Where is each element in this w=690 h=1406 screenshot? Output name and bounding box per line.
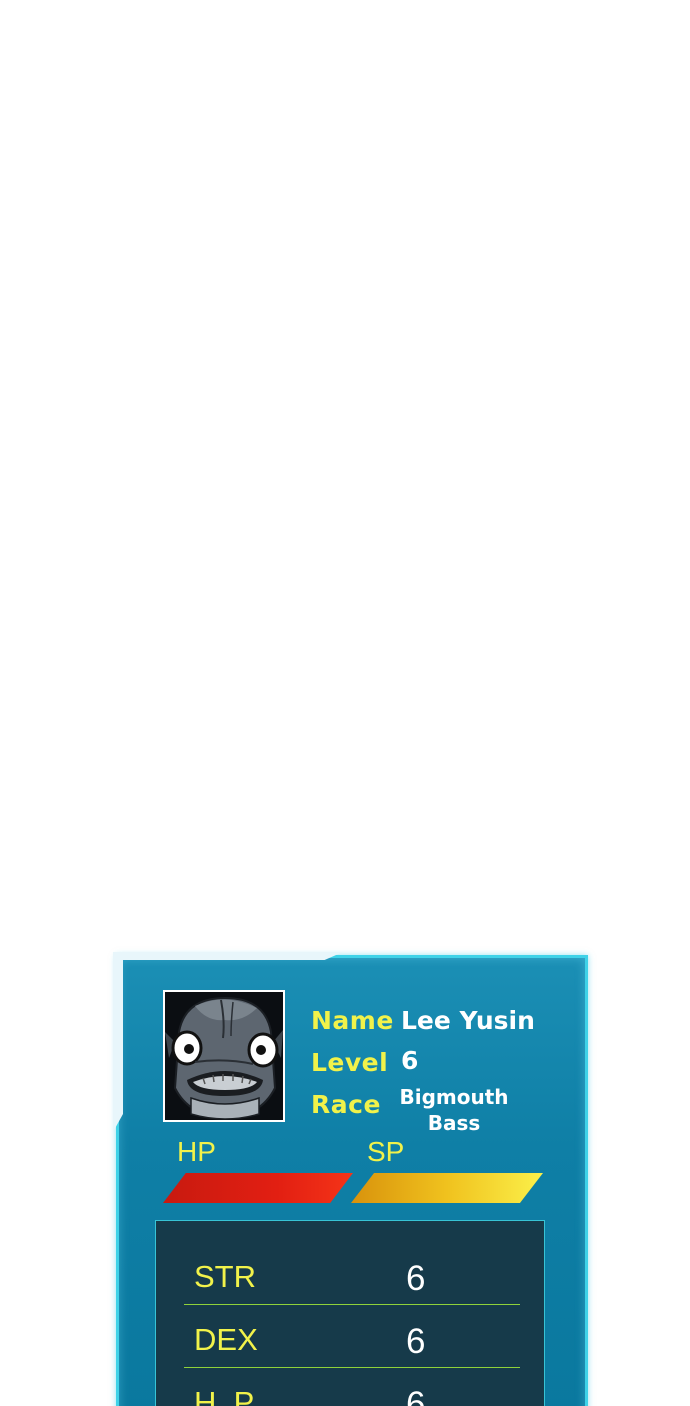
sp-bar: [351, 1173, 543, 1203]
stat-value: 6: [406, 1322, 426, 1361]
stat-value: 6: [406, 1385, 426, 1406]
stat-row-dex: DEX 6: [184, 1306, 520, 1368]
stat-name: H_P: [194, 1385, 255, 1406]
stat-divider: [184, 1367, 520, 1368]
status-window-corner-accent: [113, 952, 343, 960]
hp-bar: [163, 1173, 353, 1203]
stat-divider: [184, 1304, 520, 1305]
race-value-line1: Bigmouth: [399, 1085, 509, 1109]
stat-name: DEX: [194, 1322, 258, 1357]
stat-name: STR: [194, 1259, 256, 1294]
stat-row-str: STR 6: [184, 1243, 520, 1305]
stat-row-hp: H_P 6: [184, 1369, 520, 1406]
name-label: Name: [311, 1006, 394, 1035]
status-window-edge-accent: [113, 952, 123, 1132]
race-value-line2: Bass: [427, 1111, 481, 1135]
name-value: Lee Yusin: [401, 1006, 535, 1035]
level-value: 6: [401, 1046, 419, 1075]
bigmouth-bass-icon: [165, 992, 283, 1120]
character-portrait: [163, 990, 285, 1122]
webtoon-page: Name Lee Yusin Level 6 Race Bigmouth Bas…: [0, 0, 690, 1406]
stats-panel: STR 6 DEX 6 H_P 6: [155, 1220, 545, 1406]
race-value: Bigmouth Bass: [389, 1084, 519, 1136]
race-label: Race: [311, 1090, 381, 1119]
hp-label: HP: [177, 1136, 216, 1167]
level-label: Level: [311, 1048, 389, 1077]
stat-value: 6: [406, 1259, 426, 1298]
status-window: Name Lee Yusin Level 6 Race Bigmouth Bas…: [113, 952, 588, 1406]
sp-label: SP: [367, 1136, 405, 1167]
